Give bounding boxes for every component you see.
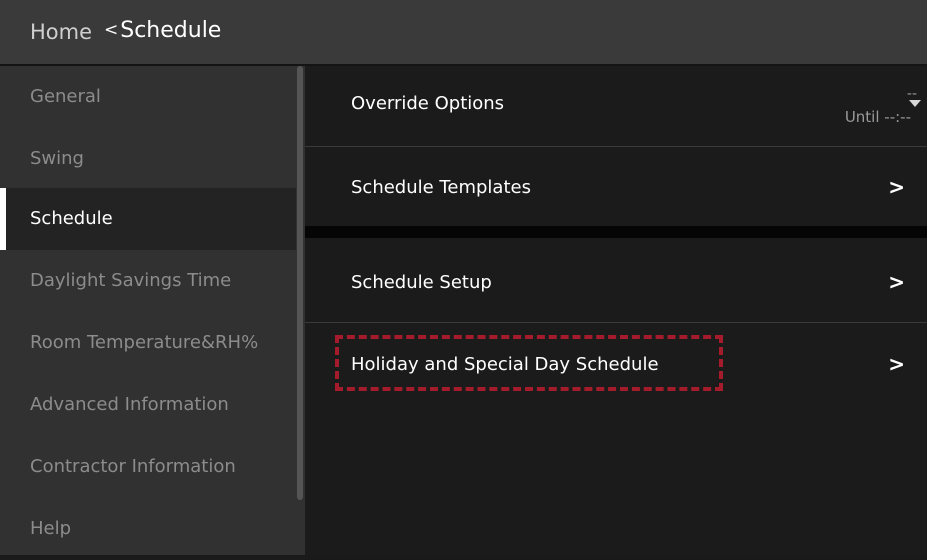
schedule-setup-label: Schedule Setup [351,272,492,293]
chevron-right-icon: > [888,270,905,294]
sidebar-item-contractor-information[interactable]: Contractor Information [0,436,296,498]
sidebar-item-help[interactable]: Help [0,498,296,560]
home-link[interactable]: Home [30,20,92,44]
sidebar-scrollbar[interactable] [297,66,303,500]
override-until-text: Until --:-- [844,108,911,126]
chevron-right-icon: > [888,175,905,199]
top-bar: Home <Schedule [0,0,927,66]
sidebar-item-label: Advanced Information [30,394,229,415]
sidebar-item-general[interactable]: General [0,66,296,128]
sidebar-item-schedule[interactable]: Schedule [0,188,296,250]
chevron-left-icon: < [104,20,119,40]
sidebar-item-label: Room Temperature&RH% [30,332,259,353]
sidebar: General Swing Schedule Daylight Savings … [0,66,305,555]
highlight-box [335,335,723,391]
schedule-templates-row[interactable]: Schedule Templates > [305,147,927,227]
sidebar-item-label: Schedule [30,208,113,229]
sidebar-item-advanced-information[interactable]: Advanced Information [0,374,296,436]
override-options-row[interactable]: Override Options -- Until --:-- [305,66,927,146]
page-title: Schedule [120,18,222,43]
schedule-setup-row[interactable]: Schedule Setup > [305,242,927,322]
sidebar-item-label: Swing [30,148,84,169]
main-panel: Override Options -- Until --:-- Schedule… [305,66,927,555]
override-options-label: Override Options [351,93,505,114]
sidebar-item-label: Daylight Savings Time [30,270,232,291]
sidebar-item-label: Contractor Information [30,456,236,477]
sidebar-item-daylight-savings-time[interactable]: Daylight Savings Time [0,250,296,312]
sidebar-item-swing[interactable]: Swing [0,128,296,190]
breadcrumb-current[interactable]: <Schedule [104,18,221,43]
section-divider [305,226,927,238]
schedule-templates-label: Schedule Templates [351,177,531,198]
caret-down-icon[interactable] [909,100,921,107]
chevron-right-icon: > [888,352,905,376]
sidebar-item-label: General [30,86,101,107]
sidebar-item-label: Help [30,518,72,539]
sidebar-item-room-temperature[interactable]: Room Temperature&RH% [0,312,296,374]
